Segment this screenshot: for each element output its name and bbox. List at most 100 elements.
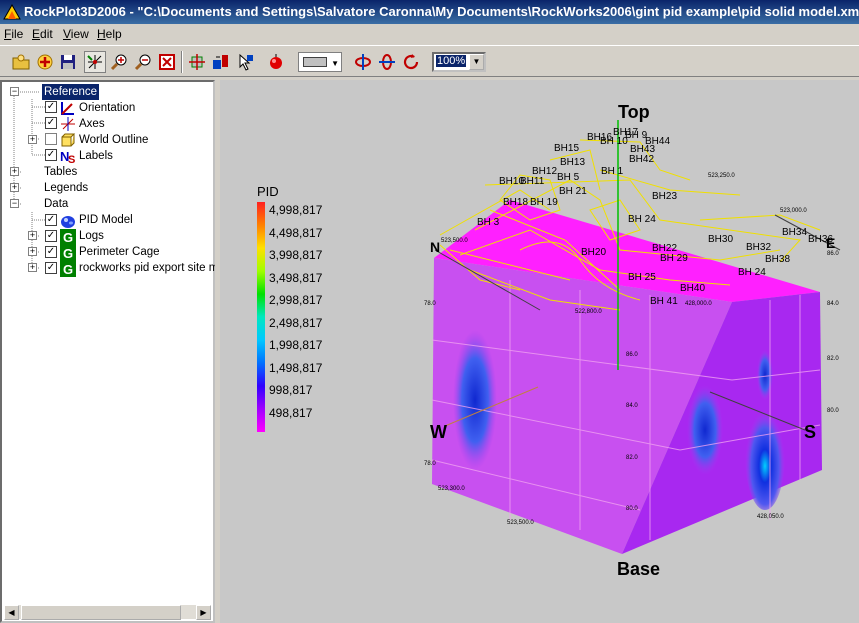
group-g-icon: G	[60, 261, 76, 277]
legend-title: PID	[257, 184, 279, 199]
tree-item-axes[interactable]: Axes	[79, 116, 105, 132]
label-top: Top	[618, 102, 650, 122]
tree-item-site-map[interactable]: rockworks pid export site ma	[79, 260, 225, 276]
borehole-label: BH18	[503, 197, 528, 208]
contaminant-plume-south-3	[757, 350, 773, 400]
labels-checkbox[interactable]: ✓	[45, 149, 57, 161]
legend-label: 3,498,817	[269, 271, 323, 285]
scene-svg[interactable]: PID 4,998,817 4,498,817 3,998,817 3,498,…	[220, 80, 859, 623]
borehole-label: BH 21	[559, 186, 587, 197]
legend-label: 498,817	[269, 406, 313, 420]
expand-world-outline[interactable]: +	[28, 135, 37, 144]
menu-help[interactable]: Help	[97, 27, 122, 41]
tree-item-logs[interactable]: Logs	[79, 228, 104, 244]
rotate-y-button[interactable]	[376, 51, 398, 73]
expand-legends[interactable]: +	[10, 183, 19, 192]
legend-color-bar	[257, 202, 265, 432]
site-map-checkbox[interactable]: ✓	[45, 262, 57, 274]
borehole-label: BH34	[782, 227, 807, 238]
background-color-dropdown[interactable]: ▼	[298, 52, 342, 72]
chevron-down-icon[interactable]: ▼	[469, 54, 484, 70]
tree-item-orientation[interactable]: Orientation	[79, 100, 135, 116]
tree-pane: − Reference ✓ Orientation ✓ Axes + World…	[0, 80, 225, 623]
tree-item-pid-model[interactable]: PID Model	[79, 212, 133, 228]
floppy-disk-icon	[61, 55, 75, 69]
save-button[interactable]	[57, 51, 79, 73]
pan-button[interactable]	[186, 51, 208, 73]
coord-label: 523,000.0	[780, 208, 807, 214]
zoom-dropdown[interactable]: 100% ▼	[432, 52, 486, 72]
tree-item-reference[interactable]: Reference	[42, 84, 100, 100]
borehole-label: BH20	[581, 247, 606, 258]
legend-label: 4,998,817	[269, 203, 323, 217]
collapse-data[interactable]: −	[10, 199, 19, 208]
expand-perimeter-cage[interactable]: +	[28, 247, 37, 256]
move-object-icon	[213, 55, 228, 69]
svg-text:G: G	[63, 262, 73, 277]
rotate-z-button[interactable]	[400, 51, 422, 73]
coord-label: 78.0	[424, 301, 436, 307]
borehole-label: BH11	[520, 176, 545, 187]
zoom-in-icon	[110, 54, 127, 71]
svg-text:S: S	[68, 154, 75, 164]
rotate-x-button[interactable]	[352, 51, 374, 73]
borehole-label: BH42	[629, 154, 654, 165]
pan-arrows-icon	[189, 54, 205, 70]
record-button[interactable]	[265, 51, 287, 73]
group-g-icon: G	[60, 229, 76, 245]
perimeter-cage-checkbox[interactable]: ✓	[45, 246, 57, 258]
open-button[interactable]	[10, 51, 32, 73]
world-outline-checkbox[interactable]	[45, 133, 57, 145]
tree-item-data[interactable]: Data	[44, 196, 68, 212]
zoom-out-icon	[134, 54, 151, 71]
pid-model-icon	[61, 216, 75, 228]
legend-label: 2,998,817	[269, 293, 323, 307]
scroll-left-icon[interactable]: ◀	[4, 605, 19, 620]
coord-label: 523,500.0	[507, 520, 534, 526]
chevron-down-icon: ▼	[331, 59, 339, 68]
menu-file[interactable]: File	[4, 27, 23, 41]
borehole-label: BH 29	[660, 253, 688, 264]
svg-text:G: G	[63, 230, 73, 245]
rotate-z-icon	[403, 54, 419, 70]
pid-model-checkbox[interactable]: ✓	[45, 214, 57, 226]
rotate-x-icon	[355, 54, 371, 70]
tree-item-labels[interactable]: Labels	[79, 148, 113, 164]
collapse-reference[interactable]: −	[10, 87, 19, 96]
menu-view[interactable]: View	[63, 27, 89, 41]
borehole-label: BH 10	[600, 136, 628, 147]
axes-checkbox[interactable]: ✓	[45, 117, 57, 129]
coord-label: 522,800.0	[575, 309, 602, 315]
append-button[interactable]	[34, 51, 56, 73]
legend-label: 1,498,817	[269, 361, 323, 375]
labels-ns-icon: NS	[60, 149, 75, 164]
color-swatch	[303, 57, 327, 67]
tree-item-tables[interactable]: Tables	[44, 164, 77, 180]
tree-item-legends[interactable]: Legends	[44, 180, 88, 196]
append-icon	[37, 54, 53, 70]
expand-site-map[interactable]: +	[28, 263, 37, 272]
scroll-thumb[interactable]	[21, 605, 181, 620]
close-box-icon	[159, 54, 175, 70]
zoom-in-button[interactable]	[108, 51, 130, 73]
3d-viewport[interactable]: PID 4,998,817 4,498,817 3,998,817 3,498,…	[220, 80, 859, 623]
tree-item-world-outline[interactable]: World Outline	[79, 132, 148, 148]
rotate-tool-button[interactable]	[84, 51, 106, 73]
tree-item-perimeter-cage[interactable]: Perimeter Cage	[79, 244, 160, 260]
borehole-label: BH23	[652, 191, 677, 202]
move-object-button[interactable]	[210, 51, 232, 73]
zoom-out-button[interactable]	[132, 51, 154, 73]
reset-view-button[interactable]	[156, 51, 178, 73]
menu-bar: File Edit View Help	[0, 25, 859, 44]
window-title: RockPlot3D2006 - "C:\Documents and Setti…	[24, 4, 859, 19]
toolbar-separator	[181, 51, 183, 73]
tree-horizontal-scrollbar[interactable]: ◀ ▶	[4, 604, 211, 620]
expand-logs[interactable]: +	[28, 231, 37, 240]
scroll-right-icon[interactable]: ▶	[196, 605, 211, 620]
svg-text:G: G	[63, 246, 73, 261]
expand-tables[interactable]: +	[10, 167, 19, 176]
menu-edit[interactable]: Edit	[32, 27, 53, 41]
pick-object-button[interactable]	[235, 51, 257, 73]
orientation-checkbox[interactable]: ✓	[45, 101, 57, 113]
logs-checkbox[interactable]: ✓	[45, 230, 57, 242]
